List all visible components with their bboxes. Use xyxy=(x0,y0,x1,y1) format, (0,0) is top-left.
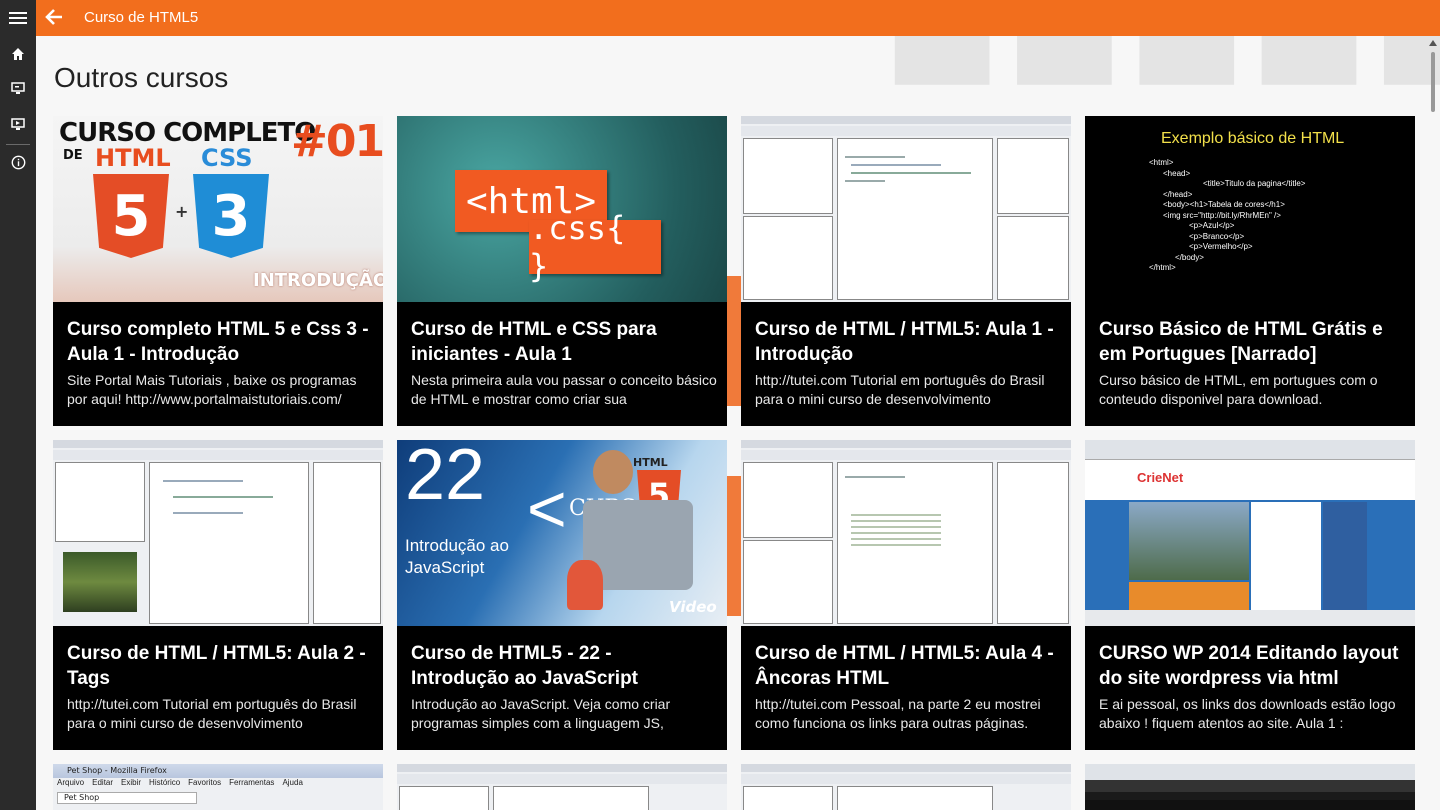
course-card[interactable] xyxy=(741,764,1071,810)
card-description: http://tutei.com Pessoal, na parte 2 eu … xyxy=(755,696,1041,731)
course-card[interactable]: Pet Shop - Mozilla Firefox Arquivo Editar… xyxy=(53,764,383,810)
thumb-text: JavaScript xyxy=(405,558,485,577)
monitor-icon[interactable] xyxy=(6,76,30,100)
section-title: Outros cursos xyxy=(54,62,229,93)
card-description: Introdução ao JavaScript. Veja como cria… xyxy=(411,696,671,731)
thumb-text: CrieNet xyxy=(1137,470,1184,485)
card-title: Curso de HTML e CSS para iniciantes - Au… xyxy=(411,319,657,365)
app-title: Curso de HTML5 xyxy=(84,9,199,26)
thumb-menu: Arquivo Editar Exibir Histórico Favoritos Fer… xyxy=(57,778,303,787)
course-card[interactable]: <html> .css{ } Curso de HTML e CSS para … xyxy=(397,116,727,426)
course-thumbnail xyxy=(397,764,727,810)
thumb-text: HTML xyxy=(633,456,668,469)
back-arrow-icon[interactable] xyxy=(42,6,66,30)
course-card[interactable]: CURSO COMPLETO DE #01 HTML CSS 5 + 3 INT… xyxy=(53,116,383,426)
thumb-text: .css{ } xyxy=(529,209,661,285)
card-description: Curso básico de HTML, em portugues com o… xyxy=(1099,372,1378,407)
course-card[interactable] xyxy=(1085,764,1415,810)
thumb-text: INTRODUÇÃO xyxy=(253,270,383,291)
home-icon[interactable] xyxy=(6,42,30,66)
sidebar xyxy=(0,36,36,810)
course-thumbnail xyxy=(741,116,1071,302)
course-card[interactable]: Curso de HTML / HTML5: Aula 1 - Introduç… xyxy=(741,116,1071,426)
card-description: Nesta primeira aula vou passar o conceit… xyxy=(411,372,717,407)
thumb-text: Video xyxy=(669,598,717,616)
html5-logo: 5 xyxy=(93,174,169,258)
thumb-text: 22 xyxy=(405,440,486,515)
thumb-text: Introdução ao xyxy=(405,536,509,555)
course-thumbnail: Exemplo básico de HTML <html> <head> <ti… xyxy=(1085,116,1415,302)
main-content: ▀▀▀▀▀ Outros cursos CURSO COMPLETO DE #0… xyxy=(36,36,1440,810)
course-thumbnail: CURSO COMPLETO DE #01 HTML CSS 5 + 3 INT… xyxy=(53,116,383,302)
code-list: <html> <head> <title>Titulo da pagina</t… xyxy=(1149,158,1306,272)
card-description: E ai pessoal, os links dos downloads est… xyxy=(1099,696,1396,731)
course-thumbnail xyxy=(741,764,1071,810)
course-thumbnail xyxy=(53,440,383,626)
course-thumbnail: 22 Introdução ao JavaScript < CURSO HTML… xyxy=(397,440,727,626)
thumb-text: HTML xyxy=(95,144,171,172)
course-card[interactable]: Curso de HTML / HTML5: Aula 2 - Tags htt… xyxy=(53,440,383,750)
card-description: http://tutei.com Tutorial em português d… xyxy=(755,372,1045,407)
sidebar-separator xyxy=(6,144,30,145)
card-title: Curso de HTML5 - 22 - Introdução ao Java… xyxy=(411,643,639,689)
card-title: Curso completo HTML 5 e Css 3 - Aula 1 -… xyxy=(67,319,369,365)
angle-icon: < xyxy=(527,471,567,547)
course-thumbnail: CrieNet xyxy=(1085,440,1415,626)
thumb-text: #01 xyxy=(291,116,383,167)
card-title: CURSO WP 2014 Editando layout do site wo… xyxy=(1099,643,1399,689)
course-thumbnail xyxy=(1085,764,1415,810)
course-card[interactable]: Curso de HTML / HTML5: Aula 4 - Âncoras … xyxy=(741,440,1071,750)
thumb-text: CSS xyxy=(201,144,253,172)
course-thumbnail: Pet Shop - Mozilla Firefox Arquivo Editar… xyxy=(53,764,383,810)
app-title-bar: Curso de HTML5 xyxy=(0,0,1440,36)
card-title: Curso de HTML / HTML5: Aula 4 - Âncoras … xyxy=(755,643,1054,689)
course-thumbnail xyxy=(741,440,1071,626)
course-card[interactable]: CrieNet CURSO WP 2014 Editando layout do… xyxy=(1085,440,1415,750)
monitor-play-icon[interactable] xyxy=(6,112,30,136)
thumb-text: Pet Shop - Mozilla Firefox xyxy=(67,766,167,775)
course-card[interactable]: 22 Introdução ao JavaScript < CURSO HTML… xyxy=(397,440,727,750)
course-card[interactable]: Exemplo básico de HTML <html> <head> <ti… xyxy=(1085,116,1415,426)
course-card[interactable] xyxy=(397,764,727,810)
card-title: Curso de HTML / HTML5: Aula 1 - Introduç… xyxy=(755,319,1054,365)
css3-logo: 3 xyxy=(193,174,269,258)
plus-icon: + xyxy=(175,202,189,221)
thumb-text: Exemplo básico de HTML xyxy=(1161,130,1345,147)
card-title: Curso Básico de HTML Grátis e em Portugu… xyxy=(1099,319,1383,365)
hamburger-icon[interactable] xyxy=(0,0,36,36)
card-description: Site Portal Mais Tutoriais , baixe os pr… xyxy=(67,372,357,407)
card-title: Curso de HTML / HTML5: Aula 2 - Tags xyxy=(67,643,366,689)
thumb-text: DE xyxy=(63,148,83,163)
thumb-text: Pet Shop xyxy=(57,792,197,804)
info-icon[interactable] xyxy=(6,150,30,174)
course-thumbnail: <html> .css{ } xyxy=(397,116,727,302)
scrollbar[interactable] xyxy=(1429,40,1437,770)
card-description: http://tutei.com Tutorial em português d… xyxy=(67,696,357,731)
